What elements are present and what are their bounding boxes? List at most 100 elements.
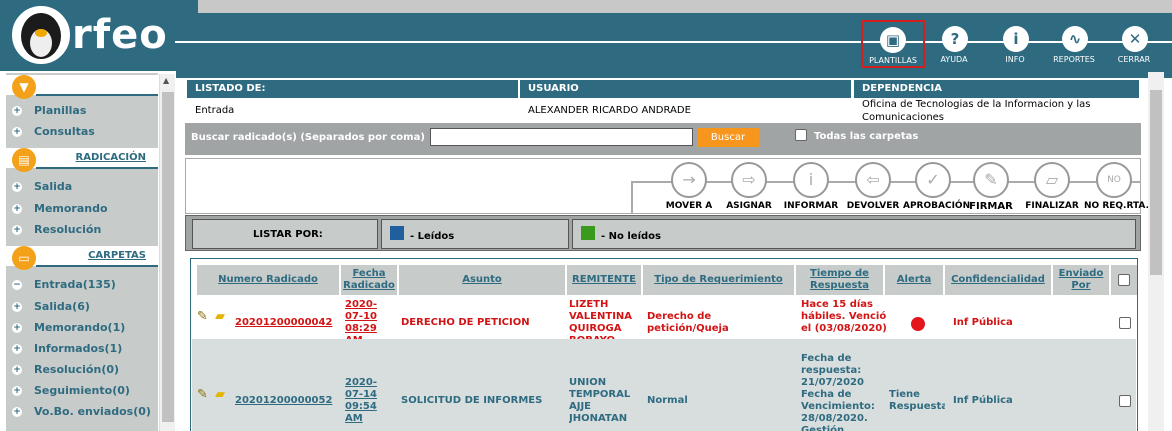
plus-icon: + bbox=[12, 302, 22, 312]
penguin-icon bbox=[12, 6, 70, 64]
read-swatch bbox=[390, 226, 404, 240]
aprobacion-label: APROBACIÓN bbox=[903, 201, 971, 211]
scrollbar-thumb[interactable] bbox=[162, 92, 174, 422]
sidebar-item-resolucion[interactable]: + Resolución bbox=[12, 221, 101, 239]
unread-label: - No leídos bbox=[601, 231, 661, 242]
assign-icon: ⇨ bbox=[731, 162, 767, 198]
reportes-button[interactable]: ∿ REPORTES bbox=[1046, 26, 1102, 70]
edit-icon[interactable]: ✎ bbox=[197, 311, 215, 323]
mover-button[interactable]: → MOVER A bbox=[659, 162, 719, 212]
no-req-rta-button[interactable]: NO NO REQ.RTA. bbox=[1084, 162, 1149, 212]
tipo-cell: Derecho de petición/Queja bbox=[647, 311, 729, 334]
search-input[interactable] bbox=[430, 128, 693, 146]
info-button[interactable]: i INFO bbox=[987, 26, 1043, 70]
listado-header: LISTADO DE: bbox=[187, 80, 518, 98]
asignar-button[interactable]: ⇨ ASIGNAR bbox=[719, 162, 779, 212]
listar-cell: LISTAR POR: bbox=[192, 219, 378, 249]
sidebar-item-consultas[interactable]: + Consultas bbox=[12, 123, 95, 141]
scroll-up-icon[interactable]: ▲ bbox=[163, 76, 169, 85]
asignar-label: ASIGNAR bbox=[726, 201, 772, 211]
sidebar-item-memorando[interactable]: + Memorando bbox=[12, 200, 108, 218]
firmar-label: FIRMAR bbox=[969, 201, 1013, 212]
sidebar-item-label: Vo.Bo. enviados(0) bbox=[34, 405, 151, 418]
sidebar-item-planillas[interactable]: + Planillas bbox=[12, 102, 86, 120]
sidebar-item-salida-folder[interactable]: + Salida(6) bbox=[12, 298, 90, 316]
col-confidencialidad[interactable]: Confidencialidad bbox=[945, 265, 1051, 295]
edit-icon[interactable]: ✎ bbox=[197, 389, 215, 401]
sidebar-item-informados[interactable]: + Informados(1) bbox=[12, 340, 122, 358]
sidebar-item-resolucion-folder[interactable]: + Resolución(0) bbox=[12, 361, 119, 379]
sidebar-scrollbar[interactable]: ▲ bbox=[159, 74, 175, 431]
sidebar-item-memorando-folder[interactable]: + Memorando(1) bbox=[12, 319, 125, 337]
all-folders-label: Todas las carpetas bbox=[814, 131, 919, 142]
devolver-button[interactable]: ⇦ DEVOLVER bbox=[843, 162, 903, 212]
no-leidos-filter[interactable]: - No leídos bbox=[572, 219, 1136, 249]
all-folders-checkbox[interactable] bbox=[795, 129, 807, 141]
finalizar-button[interactable]: ▱ FINALIZAR bbox=[1022, 162, 1082, 212]
plus-icon: + bbox=[12, 365, 22, 375]
no-req-rta-label: NO REQ.RTA. bbox=[1084, 201, 1149, 211]
sidebar-menu-header[interactable]: ▼ bbox=[6, 75, 158, 99]
col-enviado-por[interactable]: Enviado Por bbox=[1053, 265, 1109, 295]
col-asunto[interactable]: Asunto bbox=[399, 265, 565, 295]
logo-text: rfeo bbox=[72, 12, 168, 58]
row-checkbox[interactable] bbox=[1119, 395, 1131, 407]
plus-icon: + bbox=[12, 106, 22, 116]
section-rule bbox=[36, 167, 158, 169]
templates-icon: ▣ bbox=[880, 27, 906, 53]
plus-icon: + bbox=[12, 127, 22, 137]
col-select-all[interactable] bbox=[1111, 265, 1137, 295]
usuario-value: ALEXANDER RICARDO ANDRADE bbox=[528, 105, 691, 116]
search-button[interactable]: Buscar bbox=[697, 128, 759, 147]
col-alerta[interactable]: Alerta bbox=[885, 265, 943, 295]
firmar-button[interactable]: ✎ FIRMAR bbox=[961, 162, 1021, 212]
plantillas-button[interactable]: ▣ PLANTILLAS bbox=[861, 20, 925, 68]
main-scrollbar[interactable] bbox=[1148, 72, 1164, 431]
sidebar-item-seguimiento[interactable]: + Seguimiento(0) bbox=[12, 382, 130, 400]
ayuda-button[interactable]: ? AYUDA bbox=[926, 26, 982, 70]
alert-dot-icon bbox=[911, 317, 925, 331]
col-tiempo-respuesta[interactable]: Tiempo de Respuesta bbox=[796, 265, 883, 295]
chevron-down-icon: ▼ bbox=[12, 75, 36, 99]
radicado-link[interactable]: 20201200000042 bbox=[235, 317, 339, 329]
sidebar-item-label: Salida bbox=[34, 180, 73, 193]
informar-button[interactable]: i INFORMAR bbox=[781, 162, 841, 212]
sidebar-item-salida[interactable]: + Salida bbox=[12, 178, 72, 196]
usuario-header: USUARIO bbox=[520, 80, 851, 98]
search-label: Buscar radicado(s) (Separados por coma) bbox=[191, 132, 425, 143]
col-remitente[interactable]: REMITENTE bbox=[567, 265, 641, 295]
confidencialidad-cell: Inf Pública bbox=[953, 317, 1013, 328]
sidebar-item-label: Memorando(1) bbox=[34, 321, 126, 334]
section-title[interactable]: RADICACIÓN bbox=[76, 152, 146, 163]
sidebar: ▼ + Planillas + Consultas ▤ RADICACIÓN + Sa… bbox=[0, 71, 176, 431]
mover-label: MOVER A bbox=[665, 201, 713, 211]
sidebar-item-vobo[interactable]: + Vo.Bo. enviados(0) bbox=[12, 403, 151, 421]
sidebar-item-label: Salida(6) bbox=[34, 300, 90, 313]
scrollbar-thumb[interactable] bbox=[1150, 90, 1162, 275]
plus-icon: + bbox=[12, 225, 22, 235]
document-icon: ▱ bbox=[1034, 162, 1070, 198]
sidebar-item-entrada[interactable]: − Entrada(135) bbox=[12, 276, 116, 294]
signature-icon: ✎ bbox=[973, 162, 1009, 198]
cerrar-button[interactable]: ✕ CERRAR bbox=[1106, 26, 1162, 70]
col-numero-radicado[interactable]: Numero Radicado bbox=[197, 265, 339, 295]
arrow-right-icon: → bbox=[671, 162, 707, 198]
folder-icon[interactable]: ▰ bbox=[215, 389, 235, 401]
folder-icon[interactable]: ▰ bbox=[215, 311, 235, 323]
leidos-filter[interactable]: - Leídos bbox=[381, 219, 569, 249]
section-rule bbox=[36, 265, 158, 267]
devolver-label: DEVOLVER bbox=[846, 201, 900, 211]
col-tipo-requerimiento[interactable]: Tipo de Requerimiento bbox=[643, 265, 794, 295]
plus-icon: + bbox=[12, 204, 22, 214]
row-checkbox[interactable] bbox=[1119, 317, 1131, 329]
section-title[interactable]: CARPETAS bbox=[88, 250, 146, 261]
plus-icon: + bbox=[12, 323, 22, 333]
sidebar-item-label: Resolución(0) bbox=[34, 363, 120, 376]
fecha-link[interactable]: 2020-07-14 09:54 AM bbox=[345, 377, 395, 427]
top-strip bbox=[198, 0, 1172, 13]
select-all-checkbox[interactable] bbox=[1118, 274, 1130, 286]
col-fecha-radicado[interactable]: Fecha Radicado bbox=[341, 265, 397, 295]
aprobacion-button[interactable]: ✓ APROBACIÓN bbox=[903, 162, 971, 212]
radicado-link[interactable]: 20201200000052 bbox=[235, 395, 339, 407]
unread-swatch bbox=[581, 226, 595, 240]
